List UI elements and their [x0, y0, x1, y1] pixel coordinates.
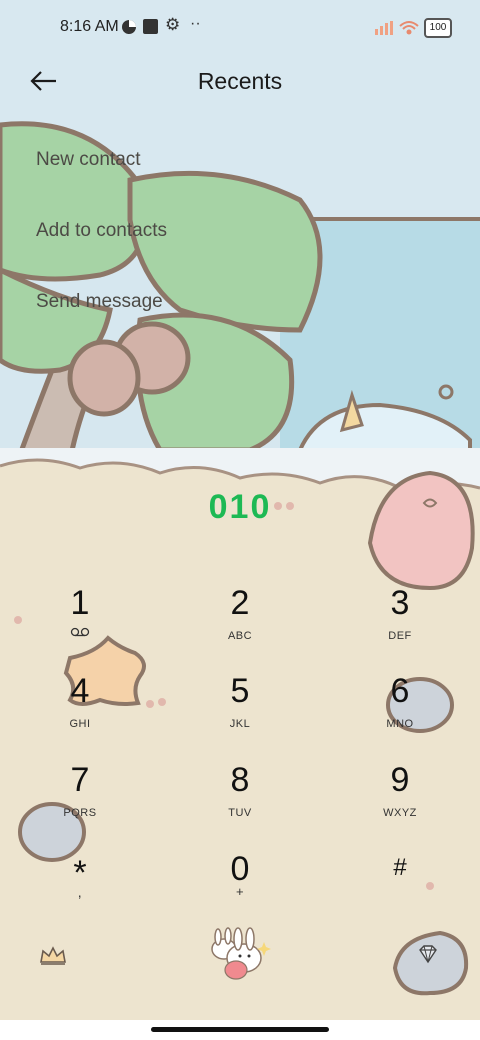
dialed-number-display[interactable]: 010: [0, 488, 480, 527]
square-notification-icon: [143, 19, 158, 34]
call-button[interactable]: [202, 922, 276, 984]
crown-icon[interactable]: [38, 944, 68, 968]
key-letters: PQRS: [63, 807, 97, 819]
page-title: Recents: [197, 68, 283, 94]
diamond-icon[interactable]: [416, 944, 440, 966]
gear-icon: ⚙: [165, 15, 181, 34]
key-digit: 6: [390, 672, 410, 710]
key-digit: 1: [70, 584, 90, 622]
key-letters: JKL: [229, 718, 251, 730]
battery-icon: 100: [424, 18, 452, 38]
key-4[interactable]: 4 GHI: [0, 666, 160, 754]
key-0[interactable]: 0 +: [160, 844, 320, 932]
key-letters: DEF: [388, 630, 412, 642]
key-letters: MNO: [386, 718, 414, 730]
key-letters: +: [235, 884, 245, 899]
app-header: Recents: [0, 56, 480, 106]
key-digit: 4: [70, 672, 90, 710]
key-digit: 9: [390, 761, 410, 799]
bunny-call-icon: [211, 927, 271, 980]
signal-icon: [375, 21, 395, 40]
wifi-icon: [398, 18, 420, 41]
key-letters: ABC: [227, 630, 253, 642]
key-letters: GHI: [69, 718, 91, 730]
key-letters: WXYZ: [383, 807, 417, 819]
key-star[interactable]: * ,: [0, 844, 160, 932]
key-digit: 2: [230, 584, 250, 622]
key-digit: 5: [230, 672, 250, 710]
key-digit: 7: [70, 761, 90, 799]
key-digit: #: [393, 854, 407, 881]
key-2[interactable]: 2 ABC: [160, 578, 320, 666]
add-to-contacts-option[interactable]: Add to contacts: [36, 220, 167, 242]
key-7[interactable]: 7 PQRS: [0, 755, 160, 843]
key-3[interactable]: 3 DEF: [320, 578, 480, 666]
key-hash[interactable]: #: [320, 844, 480, 932]
new-contact-option[interactable]: New contact: [36, 149, 141, 171]
key-5[interactable]: 5 JKL: [160, 666, 320, 754]
key-8[interactable]: 8 TUV: [160, 755, 320, 843]
key-digit: 3: [390, 584, 410, 622]
key-1[interactable]: 1: [0, 578, 160, 666]
more-dots-icon: ··: [190, 15, 201, 32]
key-letters: ,: [77, 884, 83, 900]
vpn-icon: [121, 19, 137, 40]
home-gesture-handle[interactable]: [151, 1027, 329, 1032]
status-time: 8:16 AM: [60, 18, 119, 35]
status-bar: 8:16 AM ⚙ ·· 100: [0, 0, 480, 56]
key-6[interactable]: 6 MNO: [320, 666, 480, 754]
send-message-option[interactable]: Send message: [36, 291, 163, 313]
voicemail-icon: [0, 626, 160, 641]
key-digit: 8: [230, 761, 250, 799]
key-letters: TUV: [228, 807, 252, 819]
key-9[interactable]: 9 WXYZ: [320, 755, 480, 843]
